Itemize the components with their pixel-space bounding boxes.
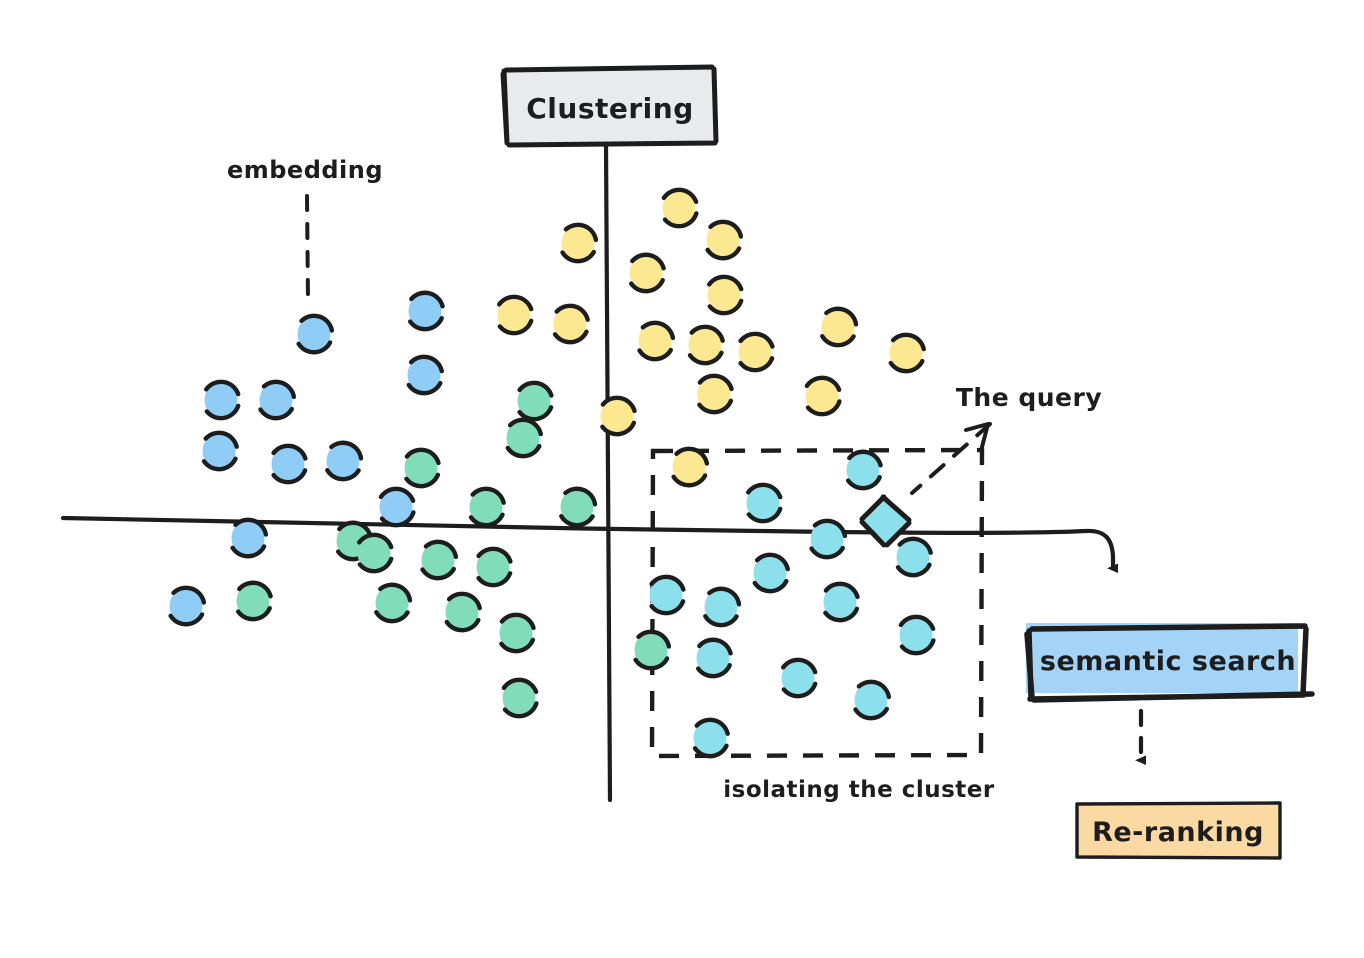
query-leader-arrow: [910, 422, 992, 495]
data-point-yellow: [600, 395, 637, 437]
data-point-green: [499, 612, 536, 654]
diagram-canvas: Clustering embedding isolating the clust…: [0, 0, 1364, 958]
re-ranking-label: Re-ranking: [1092, 817, 1264, 848]
data-point-green: [420, 539, 459, 581]
data-point-yellow: [888, 332, 926, 374]
isolating-label: isolating the cluster: [723, 777, 995, 803]
data-point-green: [559, 486, 598, 528]
embedding-leader-line: [305, 194, 310, 302]
diagram-svg: Clustering embedding isolating the clust…: [60, 64, 1315, 860]
clustering-box[interactable]: Clustering: [500, 64, 719, 148]
data-point-blue: [201, 430, 239, 472]
data-point-blue: [258, 379, 297, 421]
data-point-green: [404, 447, 441, 489]
embedding-annotation: embedding: [227, 156, 383, 302]
data-point-blue: [406, 354, 444, 396]
data-point-yellow: [560, 222, 599, 264]
data-point-yellow: [671, 446, 710, 488]
data-point-yellow: [820, 306, 859, 348]
data-point-blue: [378, 486, 416, 528]
data-point-blue: [296, 313, 335, 355]
data-point-cyan: [809, 518, 848, 560]
data-point-green: [633, 629, 672, 671]
data-point-cyan: [781, 657, 818, 699]
data-point-blue: [271, 443, 308, 485]
semantic-search-box[interactable]: semantic search: [1024, 623, 1315, 703]
data-point-cyan: [898, 614, 936, 656]
data-point-cyan: [692, 717, 730, 759]
scatter-points-layer: [168, 187, 936, 759]
data-point-yellow: [497, 294, 534, 336]
data-point-cyan: [752, 552, 790, 594]
data-point-cyan: [649, 574, 686, 616]
data-point-yellow: [637, 320, 676, 362]
data-point-green: [357, 532, 394, 574]
data-point-cyan: [846, 449, 883, 491]
data-point-green: [517, 380, 554, 422]
cluster-box-outline: [649, 447, 985, 759]
data-point-green: [476, 546, 513, 588]
data-point-green: [374, 582, 413, 624]
x-axis-line: [60, 515, 1118, 573]
data-point-green: [505, 417, 543, 459]
data-point-yellow: [738, 331, 775, 373]
data-point-blue: [204, 379, 241, 421]
semantic-search-label: semantic search: [1040, 646, 1296, 677]
data-point-yellow: [707, 274, 744, 316]
data-point-green: [444, 591, 482, 633]
data-point-cyan: [895, 536, 933, 578]
data-point-yellow: [705, 219, 744, 261]
query-annotation: The query: [910, 383, 1102, 495]
query-diamond-fill: [864, 499, 908, 543]
data-point-cyan: [703, 586, 742, 628]
data-point-green: [501, 677, 539, 719]
data-point-yellow: [697, 373, 734, 415]
data-point-blue: [230, 517, 269, 559]
query-point-marker[interactable]: [859, 494, 912, 548]
query-label: The query: [956, 383, 1102, 412]
data-point-yellow: [687, 324, 725, 366]
data-point-cyan: [853, 679, 892, 721]
data-point-blue: [325, 440, 364, 482]
data-point-blue: [168, 585, 207, 627]
data-point-green: [468, 486, 506, 528]
data-point-cyan: [696, 637, 733, 679]
y-axis-line: [603, 142, 613, 803]
data-point-cyan: [823, 581, 860, 623]
data-point-blue: [408, 290, 445, 332]
data-point-yellow: [552, 303, 590, 345]
data-point-yellow: [804, 375, 842, 417]
clustering-box-label: Clustering: [526, 92, 694, 125]
embedding-label: embedding: [227, 156, 383, 184]
data-point-green: [236, 580, 273, 622]
re-ranking-box[interactable]: Re-ranking: [1075, 801, 1282, 860]
data-point-yellow: [629, 252, 666, 294]
data-point-cyan: [746, 482, 783, 524]
data-point-yellow: [661, 187, 699, 229]
